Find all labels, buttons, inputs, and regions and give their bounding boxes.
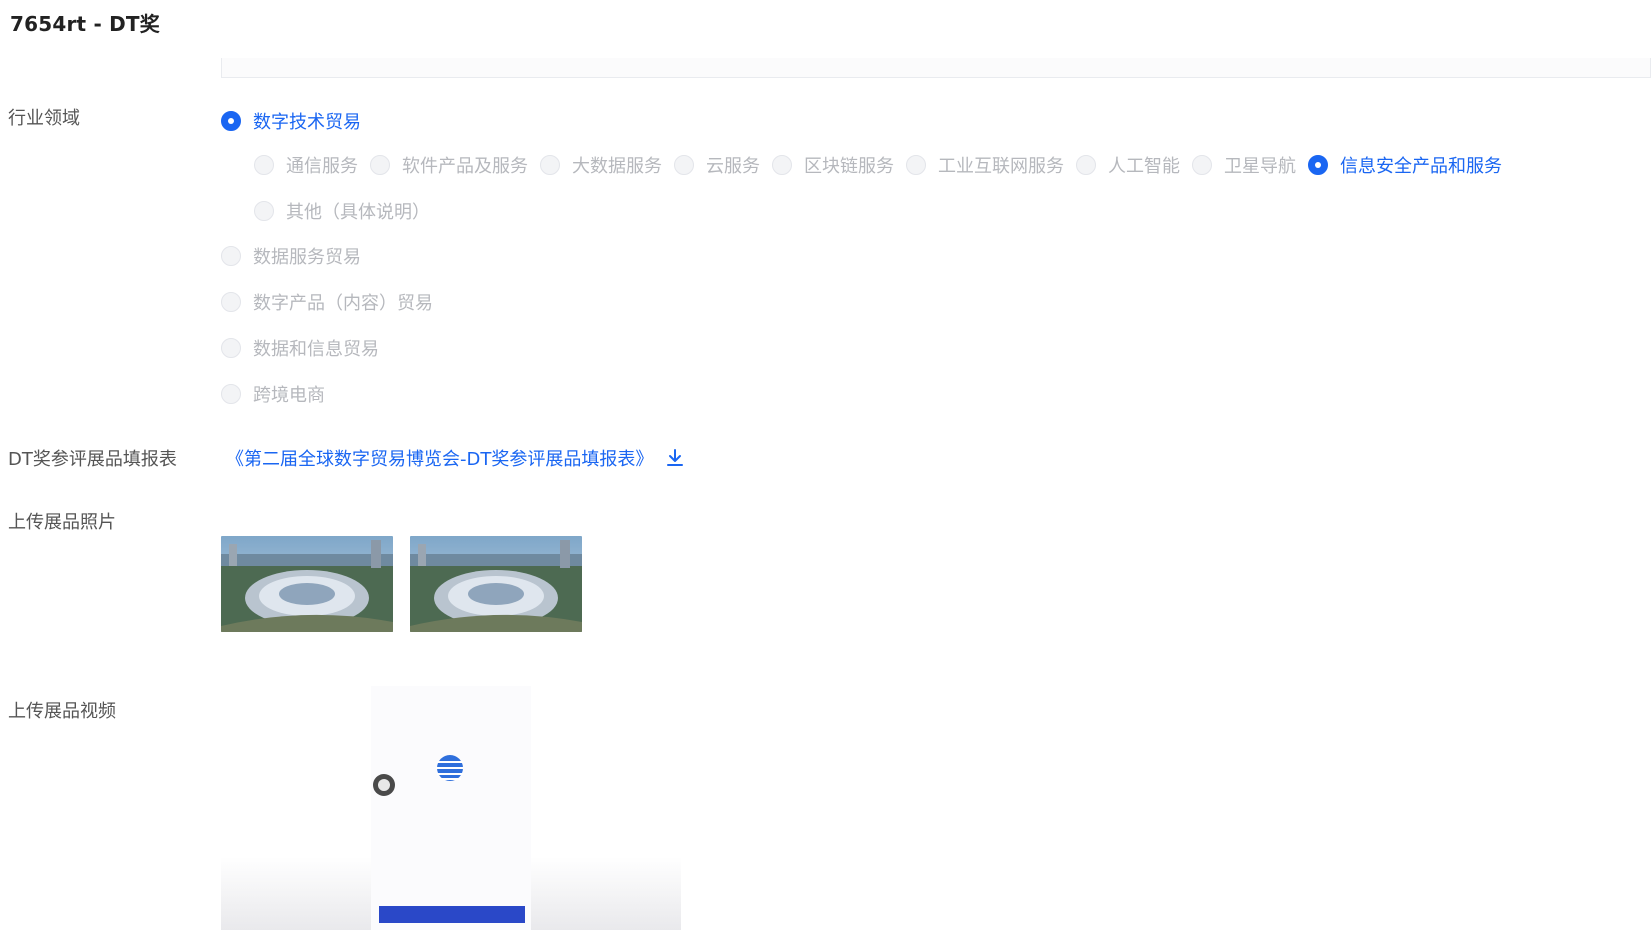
radio-dot <box>1076 155 1096 175</box>
video-frame-phone-screen <box>371 686 531 930</box>
radio-sub-option-label: 通信服务 <box>286 156 358 177</box>
industry-top-group: 数字技术贸易 <box>221 108 373 134</box>
photos-label: 上传展品照片 <box>8 512 116 533</box>
radio-digital-product-trade[interactable]: 数字产品（内容）贸易 <box>221 289 433 315</box>
radio-dot <box>254 155 274 175</box>
radio-sub-option-label: 软件产品及服务 <box>402 156 528 177</box>
radio-cross-border-ecommerce[interactable]: 跨境电商 <box>221 381 325 407</box>
radio-sub-other[interactable]: 其他（具体说明） <box>254 198 430 224</box>
industry-sub-group: 通信服务 软件产品及服务 大数据服务 云服务 区块链服务 工业互联网服务 人工智能 卫星导航 信… <box>254 152 1514 178</box>
radio-dot <box>540 155 560 175</box>
form-sheet-link-text: 《第二届全球数字贸易博览会-DT奖参评展品填报表》 <box>226 449 654 470</box>
radio-sub-option[interactable]: 卫星导航 <box>1192 152 1296 178</box>
form-sheet-download-link[interactable]: 《第二届全球数字贸易博览会-DT奖参评展品填报表》 <box>226 445 685 471</box>
industry-other-2: 数字产品（内容）贸易 <box>221 289 445 315</box>
radio-sub-option[interactable]: 通信服务 <box>254 152 358 178</box>
radio-dot <box>906 155 926 175</box>
radio-dot <box>1308 155 1328 175</box>
radio-sub-option[interactable]: 信息安全产品和服务 <box>1308 152 1502 178</box>
radio-sub-option[interactable]: 大数据服务 <box>540 152 662 178</box>
radio-digital-tech-trade[interactable]: 数字技术贸易 <box>221 108 361 134</box>
industry-other-1: 数据服务贸易 <box>221 243 373 269</box>
radio-dot <box>221 384 241 404</box>
radio-sub-option-label: 人工智能 <box>1108 156 1180 177</box>
radio-dot <box>254 201 274 221</box>
radio-dot <box>674 155 694 175</box>
form-sheet-label: DT奖参评展品填报表 <box>8 449 177 470</box>
video-label: 上传展品视频 <box>8 701 116 722</box>
radio-dot <box>221 338 241 358</box>
play-icon[interactable] <box>373 774 395 796</box>
radio-dot <box>221 246 241 266</box>
industry-sub-other-group: 其他（具体说明） <box>254 198 442 224</box>
radio-data-service-trade[interactable]: 数据服务贸易 <box>221 243 361 269</box>
exhibit-video-player[interactable] <box>221 686 681 930</box>
industry-other-4: 跨境电商 <box>221 381 337 407</box>
radio-sub-option[interactable]: 工业互联网服务 <box>906 152 1064 178</box>
industry-label: 行业领域 <box>8 108 80 129</box>
page-title: 7654rt - DT奖 <box>10 12 160 36</box>
radio-dot <box>221 111 241 131</box>
exhibit-photo-2[interactable] <box>410 536 582 632</box>
radio-sub-option[interactable]: 人工智能 <box>1076 152 1180 178</box>
download-icon[interactable] <box>665 448 685 468</box>
radio-sub-option-label: 云服务 <box>706 156 760 177</box>
radio-sub-option[interactable]: 区块链服务 <box>772 152 894 178</box>
radio-dot <box>1192 155 1212 175</box>
radio-dot <box>370 155 390 175</box>
radio-sub-option[interactable]: 软件产品及服务 <box>370 152 528 178</box>
globe-logo-icon <box>433 752 463 786</box>
radio-dot <box>221 292 241 312</box>
top-input-box[interactable] <box>221 58 1651 78</box>
industry-other-3: 数据和信息贸易 <box>221 335 391 361</box>
radio-sub-option-label: 大数据服务 <box>572 156 662 177</box>
radio-sub-option-label: 工业互联网服务 <box>938 156 1064 177</box>
radio-data-info-trade[interactable]: 数据和信息贸易 <box>221 335 379 361</box>
radio-sub-option-label: 信息安全产品和服务 <box>1340 156 1502 177</box>
exhibit-photo-1[interactable] <box>221 536 393 632</box>
radio-sub-option-label: 区块链服务 <box>804 156 894 177</box>
radio-sub-option[interactable]: 云服务 <box>674 152 760 178</box>
radio-sub-option-label: 卫星导航 <box>1224 156 1296 177</box>
video-frame-button <box>379 906 525 923</box>
radio-dot <box>772 155 792 175</box>
